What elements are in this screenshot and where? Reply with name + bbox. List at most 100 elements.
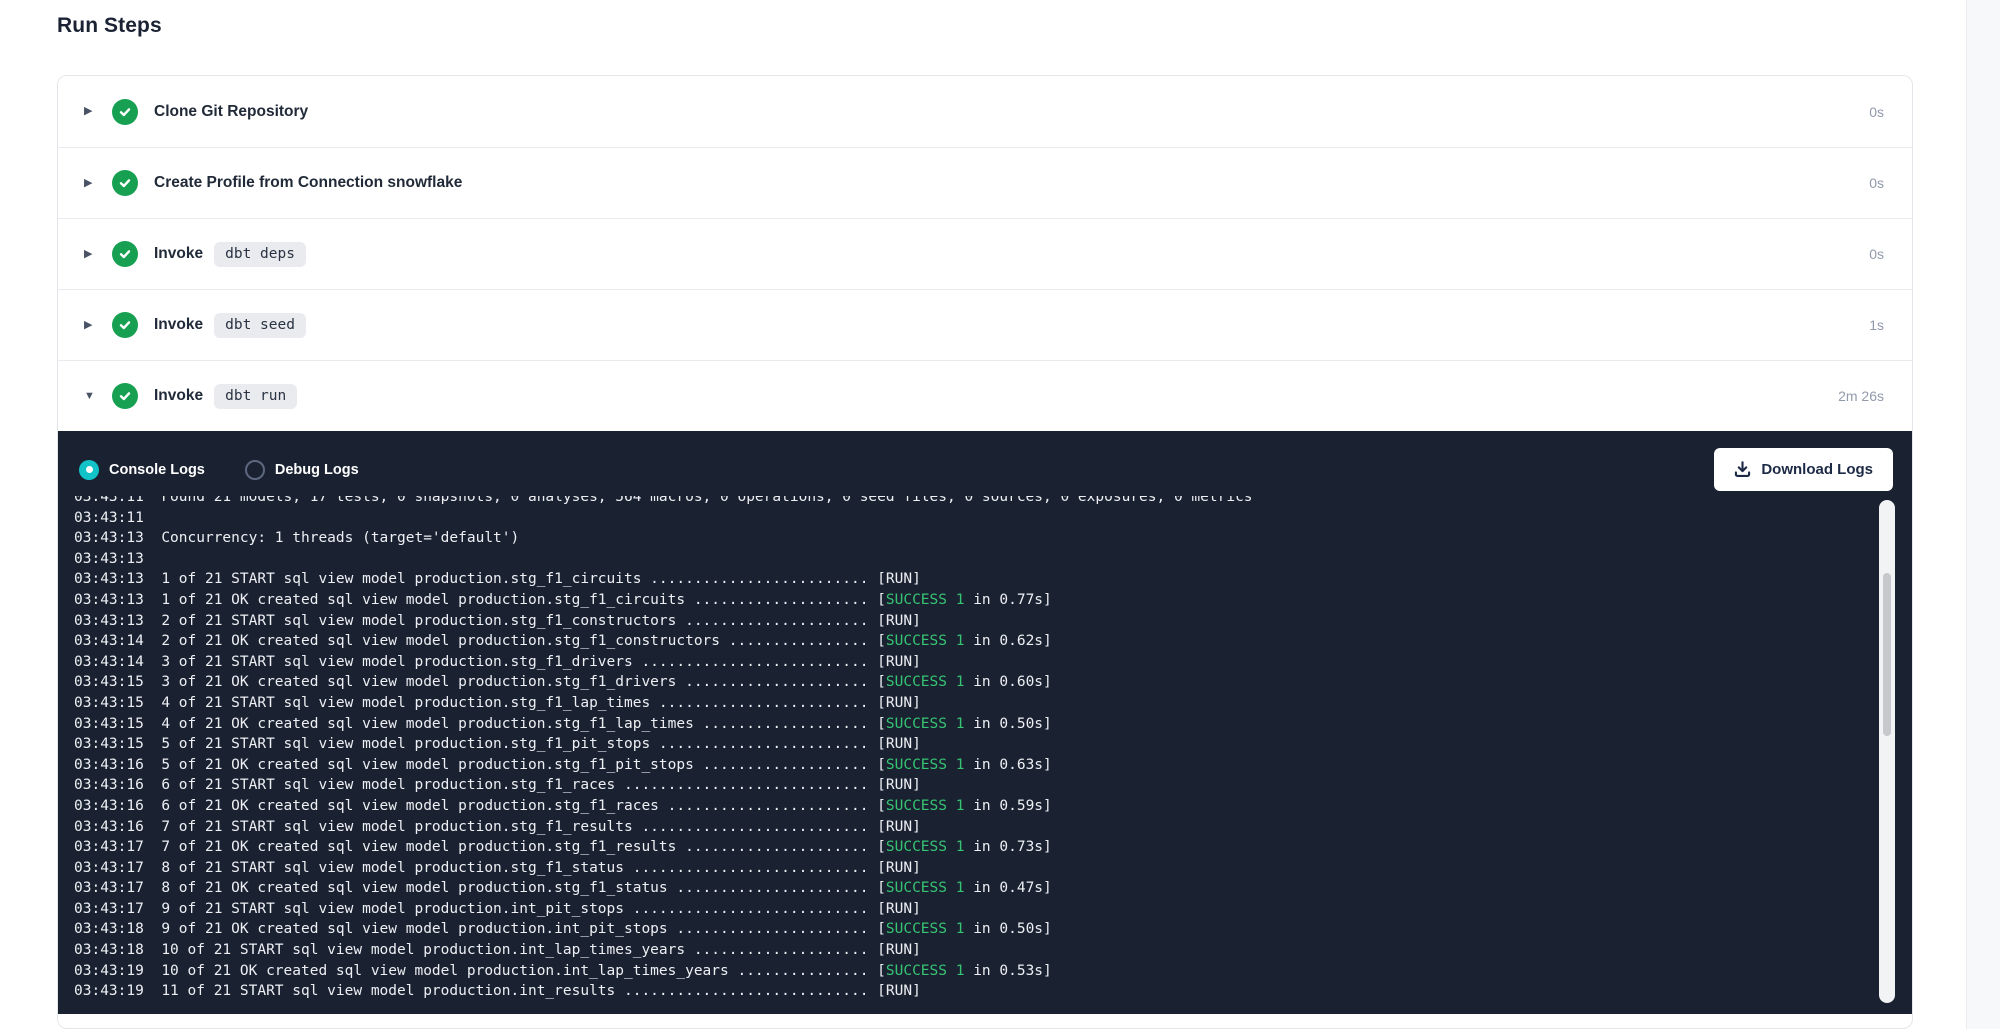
log-line: 03:43:13 <box>74 549 1868 570</box>
step-row-4[interactable]: ▶ Invoke dbt seed 1s <box>58 289 1912 360</box>
step-label: Clone Git Repository <box>154 103 308 121</box>
chevron-icon[interactable]: ▼ <box>84 391 102 402</box>
log-line: 03:43:17 8 of 21 OK created sql view mod… <box>74 878 1868 899</box>
log-line: 03:43:16 6 of 21 START sql view model pr… <box>74 775 1868 796</box>
step-command-chip: dbt seed <box>214 313 306 338</box>
log-text: 5 of 21 OK created sql view model produc… <box>161 757 886 773</box>
log-success-status: SUCCESS 1 <box>886 633 965 649</box>
log-timestamp: 03:43:17 <box>74 839 161 855</box>
log-timestamp: 03:43:19 <box>74 983 161 999</box>
log-timestamp: 03:43:16 <box>74 757 161 773</box>
log-timestamp: 03:43:17 <box>74 880 161 896</box>
log-text: 3 of 21 OK created sql view model produc… <box>161 674 886 690</box>
log-timestamp: 03:43:15 <box>74 674 161 690</box>
log-line: 03:43:18 10 of 21 START sql view model p… <box>74 940 1868 961</box>
log-timestamp: 03:43:11 <box>74 510 144 526</box>
steps-list: ▶ Clone Git Repository 0s ▶ Create Profi… <box>58 76 1912 431</box>
step-row-1[interactable]: ▶ Clone Git Repository 0s <box>58 76 1912 147</box>
log-text: 4 of 21 OK created sql view model produc… <box>161 716 886 732</box>
chevron-icon[interactable]: ▶ <box>84 106 102 117</box>
log-timestamp: 03:43:19 <box>74 963 161 979</box>
log-text: in 0.63s] <box>964 757 1051 773</box>
log-text: Concurrency: 1 threads (target='default'… <box>161 530 519 546</box>
log-success-status: SUCCESS 1 <box>886 880 965 896</box>
step-row-3[interactable]: ▶ Invoke dbt deps 0s <box>58 218 1912 289</box>
debug-logs-radio[interactable]: Debug Logs <box>245 460 359 480</box>
log-timestamp: 03:43:15 <box>74 736 161 752</box>
log-line: 03:43:13 1 of 21 OK created sql view mod… <box>74 590 1868 611</box>
log-line: 03:43:16 7 of 21 START sql view model pr… <box>74 817 1868 838</box>
log-text: 9 of 21 OK created sql view model produc… <box>161 921 886 937</box>
success-check-icon <box>112 99 138 125</box>
step-duration: 0s <box>1869 246 1884 262</box>
log-text: 2 of 21 START sql view model production.… <box>161 613 921 629</box>
log-success-status: SUCCESS 1 <box>886 757 965 773</box>
radio-selected-icon[interactable] <box>79 460 99 480</box>
log-line: 03:43:17 9 of 21 START sql view model pr… <box>74 899 1868 920</box>
log-line: 03:43:14 3 of 21 START sql view model pr… <box>74 652 1868 673</box>
log-timestamp: 03:43:13 <box>74 613 161 629</box>
log-line: 03:43:18 9 of 21 OK created sql view mod… <box>74 919 1868 940</box>
log-line: 03:43:11 Found 21 models, 17 tests, 0 sn… <box>74 496 1868 508</box>
step-label: Create Profile from Connection snowflake <box>154 174 462 192</box>
log-line: 03:43:13 Concurrency: 1 threads (target=… <box>74 528 1868 549</box>
log-timestamp: 03:43:17 <box>74 860 161 876</box>
radio-dot <box>86 466 93 473</box>
step-row-2[interactable]: ▶ Create Profile from Connection snowfla… <box>58 147 1912 218</box>
log-timestamp: 03:43:13 <box>74 530 161 546</box>
log-text: 6 of 21 START sql view model production.… <box>161 777 921 793</box>
log-timestamp: 03:43:13 <box>74 551 144 567</box>
log-text: 1 of 21 OK created sql view model produc… <box>161 592 886 608</box>
console-logs-radio[interactable]: Console Logs <box>79 460 205 480</box>
step-duration: 0s <box>1869 104 1884 120</box>
radio-unselected-icon[interactable] <box>245 460 265 480</box>
success-check-icon <box>112 383 138 409</box>
log-success-status: SUCCESS 1 <box>886 839 965 855</box>
log-line: 03:43:11 <box>74 508 1868 529</box>
log-timestamp: 03:43:11 <box>74 496 161 505</box>
console-log-output[interactable]: 03:43:11 Found 21 models, 17 tests, 0 sn… <box>58 496 1868 1012</box>
log-success-status: SUCCESS 1 <box>886 592 965 608</box>
log-timestamp: 03:43:14 <box>74 633 161 649</box>
log-timestamp: 03:43:18 <box>74 942 161 958</box>
success-check-icon <box>112 241 138 267</box>
log-timestamp: 03:43:15 <box>74 716 161 732</box>
log-text: 8 of 21 OK created sql view model produc… <box>161 880 886 896</box>
log-text: Found 21 models, 17 tests, 0 snapshots, … <box>161 496 1252 505</box>
step-duration: 1s <box>1869 317 1884 333</box>
log-panel: Console Logs Debug Logs Download Logs 03… <box>58 431 1912 1014</box>
console-logs-label: Console Logs <box>109 462 205 478</box>
log-line: 03:43:19 10 of 21 OK created sql view mo… <box>74 961 1868 982</box>
log-scrollbar[interactable] <box>1879 500 1895 1003</box>
log-timestamp: 03:43:16 <box>74 798 161 814</box>
chevron-icon[interactable]: ▶ <box>84 178 102 189</box>
step-duration: 2m 26s <box>1838 388 1884 404</box>
chevron-icon[interactable]: ▶ <box>84 249 102 260</box>
step-label: Invoke <box>154 387 203 405</box>
log-scrollbar-thumb[interactable] <box>1883 573 1891 736</box>
log-line: 03:43:15 4 of 21 OK created sql view mod… <box>74 714 1868 735</box>
log-line: 03:43:13 2 of 21 START sql view model pr… <box>74 611 1868 632</box>
page-right-gutter <box>1966 0 2000 1029</box>
log-text: 4 of 21 START sql view model production.… <box>161 695 921 711</box>
step-label: Invoke <box>154 316 203 334</box>
download-logs-button[interactable]: Download Logs <box>1714 448 1893 491</box>
log-timestamp: 03:43:13 <box>74 592 161 608</box>
download-icon <box>1734 461 1751 478</box>
log-text: 1 of 21 START sql view model production.… <box>161 571 921 587</box>
log-text: in 0.62s] <box>964 633 1051 649</box>
success-check-icon <box>112 312 138 338</box>
log-text: in 0.60s] <box>964 674 1051 690</box>
log-success-status: SUCCESS 1 <box>886 716 965 732</box>
log-timestamp: 03:43:15 <box>74 695 161 711</box>
log-line: 03:43:17 7 of 21 OK created sql view mod… <box>74 837 1868 858</box>
log-line: 03:43:13 1 of 21 START sql view model pr… <box>74 569 1868 590</box>
log-success-status: SUCCESS 1 <box>886 674 965 690</box>
step-row-5[interactable]: ▼ Invoke dbt run 2m 26s <box>58 360 1912 431</box>
log-text: in 0.50s] <box>964 921 1051 937</box>
log-line: 03:43:16 5 of 21 OK created sql view mod… <box>74 755 1868 776</box>
run-steps-card: ▶ Clone Git Repository 0s ▶ Create Profi… <box>57 75 1913 1029</box>
log-line: 03:43:15 5 of 21 START sql view model pr… <box>74 734 1868 755</box>
chevron-icon[interactable]: ▶ <box>84 320 102 331</box>
download-logs-label: Download Logs <box>1761 461 1873 478</box>
